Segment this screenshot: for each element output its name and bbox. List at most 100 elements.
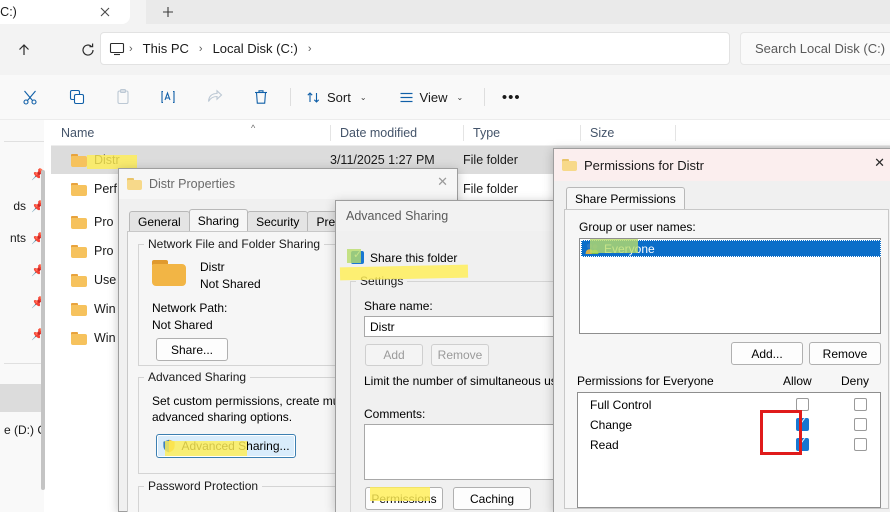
sort-arrows-icon [306,90,321,105]
dialog-title-bar[interactable]: Distr Properties ✕ [119,169,457,199]
highlighter-permissions-button [370,487,430,501]
tab-sharing[interactable]: Sharing [189,209,248,231]
share-name-label: Share name: [364,299,433,313]
paste-icon [100,81,146,113]
caching-button[interactable]: Caching [453,487,531,510]
trash-icon[interactable] [238,81,284,113]
file-date-cell: 3/11/2025 1:27 PM [330,153,435,167]
tab-panel-share-permissions: Group or user names: Everyone [564,209,889,509]
sidebar-scrollbar[interactable] [41,170,45,490]
permissions-for-distr-dialog[interactable]: Permissions for Distr ✕ Share Permission… [553,148,890,512]
column-label: Name [61,126,94,140]
file-name-label: Use [94,273,116,287]
list-lines-icon [399,90,414,105]
file-name-label: Perf [94,182,117,196]
remove-user-button[interactable]: Remove [809,342,881,365]
deny-checkbox-read[interactable] [854,438,867,451]
sidebar-item-label: ds [13,199,26,213]
file-name-label: Pro [94,215,113,229]
chevron-down-icon: ⌄ [360,93,367,102]
deny-column-header: Deny [841,374,869,388]
highlight-share-checkbox [347,249,361,263]
view-label: View [420,90,448,105]
explorer-tab-label: (C:) [0,5,17,19]
explorer-toolbar: Sort ⌄ View ⌄ ••• [0,75,890,120]
tab-general[interactable]: General [129,211,190,231]
folder-icon [562,159,577,171]
allow-column-header: Allow [783,374,812,388]
comments-input[interactable] [364,424,560,480]
network-sharing-legend: Network File and Folder Sharing [144,237,324,251]
permissions-table[interactable]: Full Control Change Read [577,392,881,508]
limit-users-label: Limit the number of simultaneous user [364,374,567,388]
breadcrumb[interactable]: › This PC › Local Disk (C:) › [100,32,730,65]
sidebar-divider [4,141,44,142]
highlighter-advanced-sharing [165,441,247,456]
group-or-user-names-label: Group or user names: [579,220,696,234]
dialog-title-bar[interactable]: Permissions for Distr ✕ [554,149,890,181]
view-button[interactable]: View ⌄ [390,81,473,113]
share-button[interactable]: Share... [156,338,228,361]
dialog-title: Permissions for Distr [584,158,704,173]
highlight-everyone-entry [590,239,638,253]
share-name-value: Distr [370,320,395,334]
close-icon[interactable]: ✕ [874,155,885,171]
deny-checkbox-change[interactable] [854,418,867,431]
rename-icon[interactable] [146,81,192,113]
highlighter-share-this-folder [340,265,468,281]
folder-icon [152,260,188,288]
add-user-button[interactable]: Add... [731,342,803,365]
chevron-down-icon: ⌄ [457,93,464,102]
column-header-size[interactable]: Size [580,120,675,146]
permission-label-change: Change [590,418,632,432]
file-name-label: Pro [94,244,113,258]
sort-button[interactable]: Sort ⌄ [297,81,376,113]
advanced-sharing-dialog[interactable]: Advanced Sharing Share this folder Setti… [335,200,565,512]
file-name-cell: Use [71,273,116,287]
toolbar-divider [290,88,291,106]
more-options-button[interactable]: ••• [491,81,531,113]
explorer-tab-bar: (C:) [0,0,890,24]
column-label: Type [473,126,500,140]
arrow-up-icon[interactable] [8,34,40,66]
folder-icon [71,332,87,345]
file-name-cell: Perf [71,182,117,196]
file-type-cell: File folder [463,153,518,167]
search-input[interactable]: Search Local Disk (C:) [740,32,890,65]
file-name-cell: Pro [71,244,113,258]
sidebar-divider [4,363,44,364]
file-name-cell: Win [71,302,116,316]
scissors-icon[interactable] [8,81,54,113]
column-header-type[interactable]: Type [463,120,580,146]
screen: (C:) › This PC › Loca [0,0,890,512]
sidebar-item-label: e (D:) C [4,423,46,437]
folder-icon [71,274,87,287]
advanced-sharing-desc-2: advanced sharing options. [152,410,292,424]
tab-security[interactable]: Security [247,211,308,231]
deny-checkbox-full-control[interactable] [854,398,867,411]
tab-share-permissions[interactable]: Share Permissions [566,187,685,209]
close-icon[interactable] [94,1,116,23]
this-pc-icon[interactable] [109,42,125,56]
breadcrumb-item-this-pc[interactable]: This PC [137,39,195,58]
folder-icon [71,303,87,316]
explorer-tab-active[interactable]: (C:) [0,0,130,24]
file-name-label: Win [94,302,116,316]
column-header-date-modified[interactable]: Date modified [330,120,463,146]
advanced-sharing-legend: Advanced Sharing [144,370,250,384]
permissions-for-everyone-label: Permissions for Everyone [577,374,714,388]
copy-icon[interactable] [54,81,100,113]
breadcrumb-item-local-disk-c[interactable]: Local Disk (C:) [207,39,304,58]
permission-label-read: Read [590,438,619,452]
remove-share-name-button: Remove [431,344,489,366]
column-divider[interactable] [675,125,676,141]
permission-label-full-control: Full Control [590,398,651,412]
dialog-title-bar[interactable]: Advanced Sharing [336,201,564,231]
close-icon[interactable]: ✕ [437,174,448,190]
plus-icon[interactable] [146,0,190,24]
permissions-tabstrip[interactable]: Share Permissions [566,187,684,209]
share-name-input[interactable]: Distr [364,316,560,337]
breadcrumb-separator: › [197,43,205,55]
column-header-name[interactable]: Name [51,120,330,146]
tab-bar-empty-area [190,0,890,24]
